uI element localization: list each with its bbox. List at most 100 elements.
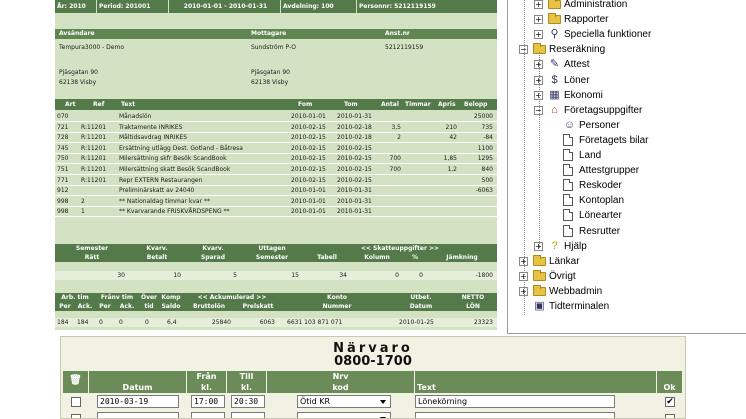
cell-text: Preliminärskatt av 24040: [119, 187, 195, 195]
tree-item-företagets-bilar[interactable]: Företagets bilar: [508, 133, 744, 148]
tree-item-hjälp[interactable]: +? Hjälp: [508, 239, 744, 254]
tree-item-label: Ekonomi: [564, 89, 603, 101]
tree-item-webbadmin[interactable]: + Webbadmin: [508, 284, 744, 299]
receiver-city: 62138 Visby: [251, 79, 289, 86]
cell-fom: 2010-02-15: [291, 134, 326, 142]
accumulated-header: Arb. tim Frånv tim Över Komp << Ackumule…: [55, 293, 497, 311]
tree-item-ekonomi[interactable]: + ▦ Ekonomi: [508, 88, 744, 103]
tree-item-tidterminalen[interactable]: ▣ Tidterminalen: [508, 299, 744, 314]
tree-item-kontoplan[interactable]: Kontoplan: [508, 193, 744, 208]
trash-icon[interactable]: 🗑: [63, 376, 88, 386]
tax-header: << Skatteuppgifter >>: [360, 245, 440, 252]
cell-art: 745: [57, 144, 69, 152]
tree-item-land[interactable]: Land: [508, 148, 744, 163]
expand-icon[interactable]: +: [534, 15, 543, 25]
expand-icon[interactable]: +: [534, 30, 543, 40]
row1-from-input[interactable]: 17:00: [191, 395, 225, 408]
vac-uttagen: Uttagen: [258, 245, 286, 252]
col-text-header: Text: [415, 371, 657, 393]
chevron-down-icon: [380, 400, 386, 404]
line-item-row: 998 1 ** Kvarvarande FRISKVÅRDSPENG ** 2010…: [55, 207, 497, 218]
row2-delete-checkbox[interactable]: [71, 414, 81, 418]
cell-fom: 2010-02-15: [291, 123, 326, 131]
cell-belopp: -84: [483, 134, 493, 142]
receiver-header: Mottagare: [251, 30, 287, 37]
tree-item-löner[interactable]: + $ Löner: [508, 73, 744, 88]
acc-ack1: Ack.: [77, 303, 93, 310]
tree-item-övrigt[interactable]: + Övrigt: [508, 269, 744, 284]
cell-tom: 2010-01-31: [337, 197, 372, 205]
tree-item-speciella-funktioner[interactable]: + ⚲ Speciella funktioner: [508, 27, 744, 42]
row2-date-input[interactable]: [97, 412, 179, 418]
expand-icon[interactable]: +: [534, 0, 543, 9]
line-item-row: 721 R:11201 Traktamente INRIKES 2010-02-15 2…: [55, 123, 497, 133]
tree-item-personer[interactable]: ☺ Personer: [508, 118, 744, 133]
row1-text-input[interactable]: Lönekörning: [415, 395, 615, 408]
tree-item-label: Företagsuppgifter: [564, 104, 643, 116]
cell-fom: 2010-02-15: [291, 155, 326, 163]
cell-belopp: 735: [481, 123, 493, 131]
slip-top-bar: År: 2010 Period: 201001 2010-01-01 - 201…: [55, 0, 497, 13]
document-icon: [563, 209, 573, 222]
slip-year: År: 2010: [55, 0, 97, 13]
cell-art: 728: [57, 134, 69, 142]
tree-item-label: Övrigt: [549, 270, 576, 282]
col-from-header: Från kl.: [187, 371, 227, 393]
tree-item-attest[interactable]: + ✎ Attest: [508, 57, 744, 72]
cell-art: 771: [57, 176, 69, 184]
tree-item-label: Personer: [579, 119, 620, 131]
acc-netto: NETTO: [461, 294, 485, 301]
line-item-row: 751 R:11201 Milersättning skatt Besök Scan…: [55, 165, 497, 175]
acc-ack1-value: 184: [77, 319, 89, 326]
cell-ref: 1: [81, 208, 85, 216]
cell-ref: R:11201: [81, 134, 107, 142]
col-art: Art: [65, 101, 76, 108]
help-icon: ?: [551, 239, 558, 252]
vac-semester-days: Semester: [255, 254, 289, 261]
tree-item-label: Tidterminalen: [549, 301, 610, 312]
tree-item-reseräkning[interactable]: − Reseräkning: [508, 42, 744, 57]
tree-item-rapporter[interactable]: + Rapporter: [508, 12, 744, 27]
sender-street: Pjäsgatan 90: [59, 69, 98, 76]
cell-tom: 2010-02-15: [337, 176, 372, 184]
col-from-bottom: kl.: [200, 383, 213, 392]
tree-item-reskoder[interactable]: Reskoder: [508, 178, 744, 193]
empno-header: Anst.nr: [385, 30, 410, 37]
admin-icon: [548, 0, 561, 9]
cell-belopp: 1295: [477, 155, 493, 163]
acc-saldo: Saldo: [161, 303, 181, 310]
tree-item-resrutter[interactable]: Resrutter: [508, 224, 744, 239]
row2-ok-checkbox[interactable]: [665, 414, 675, 418]
row1-code-select[interactable]: Ötid KR: [297, 395, 391, 408]
row2-from-input[interactable]: [191, 412, 225, 418]
tree-item-länkar[interactable]: + Länkar: [508, 254, 744, 269]
row2-text-input[interactable]: [415, 412, 615, 418]
row1-to-input[interactable]: 20:30: [231, 395, 265, 408]
row2-code-select[interactable]: [297, 412, 391, 418]
tree-item-lönearter[interactable]: Lönearter: [508, 208, 744, 223]
line-item-row: 998 2 ** Nationaldag timmar kvar ** 2010-01…: [55, 197, 497, 207]
row1-date-input[interactable]: 2010-03-19: [97, 395, 179, 408]
cell-tom: 2010-02-15: [337, 144, 372, 152]
vac-sparad: Sparad: [201, 254, 225, 261]
tax-percent: %: [411, 254, 418, 261]
tree-item-label: Lönearter: [579, 210, 622, 222]
cell-apris: 42: [449, 134, 457, 142]
tree-item-attestgrupper[interactable]: Attestgrupper: [508, 163, 744, 178]
row1-delete-checkbox[interactable]: [71, 397, 81, 407]
acc-ack2: Ack.: [119, 303, 135, 310]
terminal-icon: ▣: [534, 300, 545, 312]
row2-to-input[interactable]: [231, 412, 265, 418]
cell-belopp: -6063: [475, 187, 493, 195]
tree-item-label: Attest: [564, 59, 590, 71]
line-item-row: 070 Månadslön 2010-01-01 2010-01-31 25000: [55, 112, 497, 122]
cell-art: 751: [57, 166, 69, 173]
tree-item-företagsuppgifter[interactable]: − ⌂ Företagsuppgifter: [508, 103, 744, 118]
cell-tom: 2010-01-31: [337, 187, 372, 195]
row1-ok-checkbox[interactable]: ✔: [665, 397, 675, 407]
cell-ref: R:11201: [81, 166, 107, 173]
tree-item-administration[interactable]: + Administration: [508, 0, 744, 12]
acc-datum: Datum: [409, 303, 433, 310]
col-ok-label: Ok: [663, 383, 676, 392]
cell-ref: 2: [81, 197, 85, 205]
